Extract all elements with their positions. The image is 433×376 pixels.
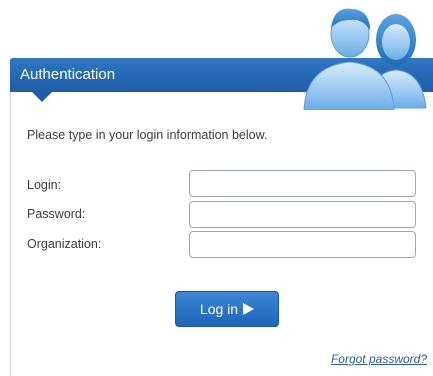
instructions-text: Please type in your login information be… xyxy=(27,128,268,142)
organization-input[interactable] xyxy=(189,231,416,258)
organization-label: Organization: xyxy=(27,237,102,251)
login-label: Login: xyxy=(27,178,62,192)
forgot-password-link[interactable]: Forgot password? xyxy=(331,352,427,366)
password-input[interactable] xyxy=(189,201,416,228)
play-arrow-icon xyxy=(243,303,255,315)
password-label: Password: xyxy=(27,207,86,221)
dialog-title: Authentication xyxy=(20,66,116,83)
login-input[interactable] xyxy=(189,170,416,197)
users-icon xyxy=(303,8,427,110)
login-button[interactable]: Log in xyxy=(175,291,279,327)
login-button-label: Log in xyxy=(199,301,239,317)
header-pointer xyxy=(32,92,52,102)
